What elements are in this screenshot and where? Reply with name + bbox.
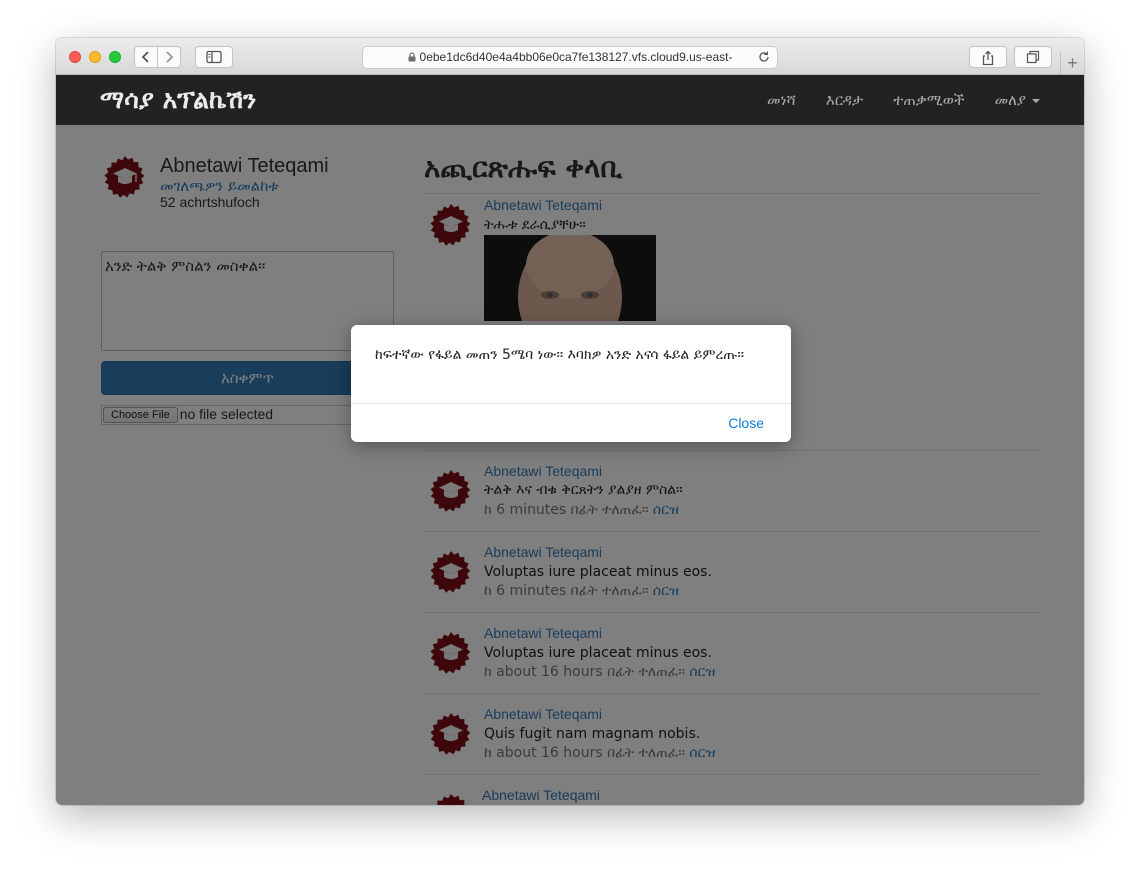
alert-message: ከፍተኛው የፋይል መጠን 5ሜባ ነው፡፡ እባክዎ አንድ አናሳ ፋይል… xyxy=(375,347,744,363)
site-brand[interactable]: ማሳያ አፕልኬሽን xyxy=(100,85,256,115)
browser-toolbar: 0ebe1dc6d40e4a4bb06e0ca7fe138127.vfs.clo… xyxy=(56,38,1084,75)
caret-down-icon xyxy=(1032,99,1040,103)
nav-users[interactable]: ተጠቃሚወች xyxy=(893,91,964,109)
dialog-footer: Close xyxy=(351,403,791,442)
zoom-window-button[interactable] xyxy=(109,51,121,63)
tabs-icon xyxy=(1026,50,1040,64)
new-tab-button[interactable]: + xyxy=(1060,52,1084,75)
reload-icon[interactable] xyxy=(757,50,771,64)
sidebar-toggle-button[interactable] xyxy=(195,46,233,68)
close-button[interactable]: Close xyxy=(728,415,764,431)
browser-window: 0ebe1dc6d40e4a4bb06e0ca7fe138127.vfs.clo… xyxy=(56,38,1084,805)
nav-account-dropdown[interactable]: መለያ xyxy=(995,91,1040,109)
share-icon xyxy=(982,50,994,66)
forward-button[interactable] xyxy=(157,46,181,68)
close-window-button[interactable] xyxy=(69,51,81,63)
lock-icon xyxy=(408,52,416,62)
nav-account-label: መለያ xyxy=(994,91,1026,109)
nav-home[interactable]: መነሻ xyxy=(767,91,796,109)
chevron-left-icon xyxy=(141,51,149,63)
chevron-right-icon xyxy=(166,51,174,63)
file-size-alert-dialog: ከፍተኛው የፋይል መጠን 5ሜባ ነው፡፡ እባክዎ አንድ አናሳ ፋይል… xyxy=(351,325,791,442)
minimize-window-button[interactable] xyxy=(89,51,101,63)
url-text: 0ebe1dc6d40e4a4bb06e0ca7fe138127.vfs.clo… xyxy=(419,50,733,64)
tabs-overview-button[interactable] xyxy=(1014,46,1052,68)
share-button[interactable] xyxy=(969,46,1007,68)
nav-help[interactable]: እርዳታ xyxy=(826,91,863,109)
sidebar-icon xyxy=(206,50,222,64)
modal-backdrop[interactable] xyxy=(56,125,1084,805)
back-button[interactable] xyxy=(134,46,158,68)
nav-links: መነሻ እርዳታ ተጠቃሚወች መለያ xyxy=(737,75,1040,125)
address-bar[interactable]: 0ebe1dc6d40e4a4bb06e0ca7fe138127.vfs.clo… xyxy=(362,46,778,69)
site-navbar: ማሳያ አፕልኬሽን መነሻ እርዳታ ተጠቃሚወች መለያ xyxy=(56,75,1084,125)
